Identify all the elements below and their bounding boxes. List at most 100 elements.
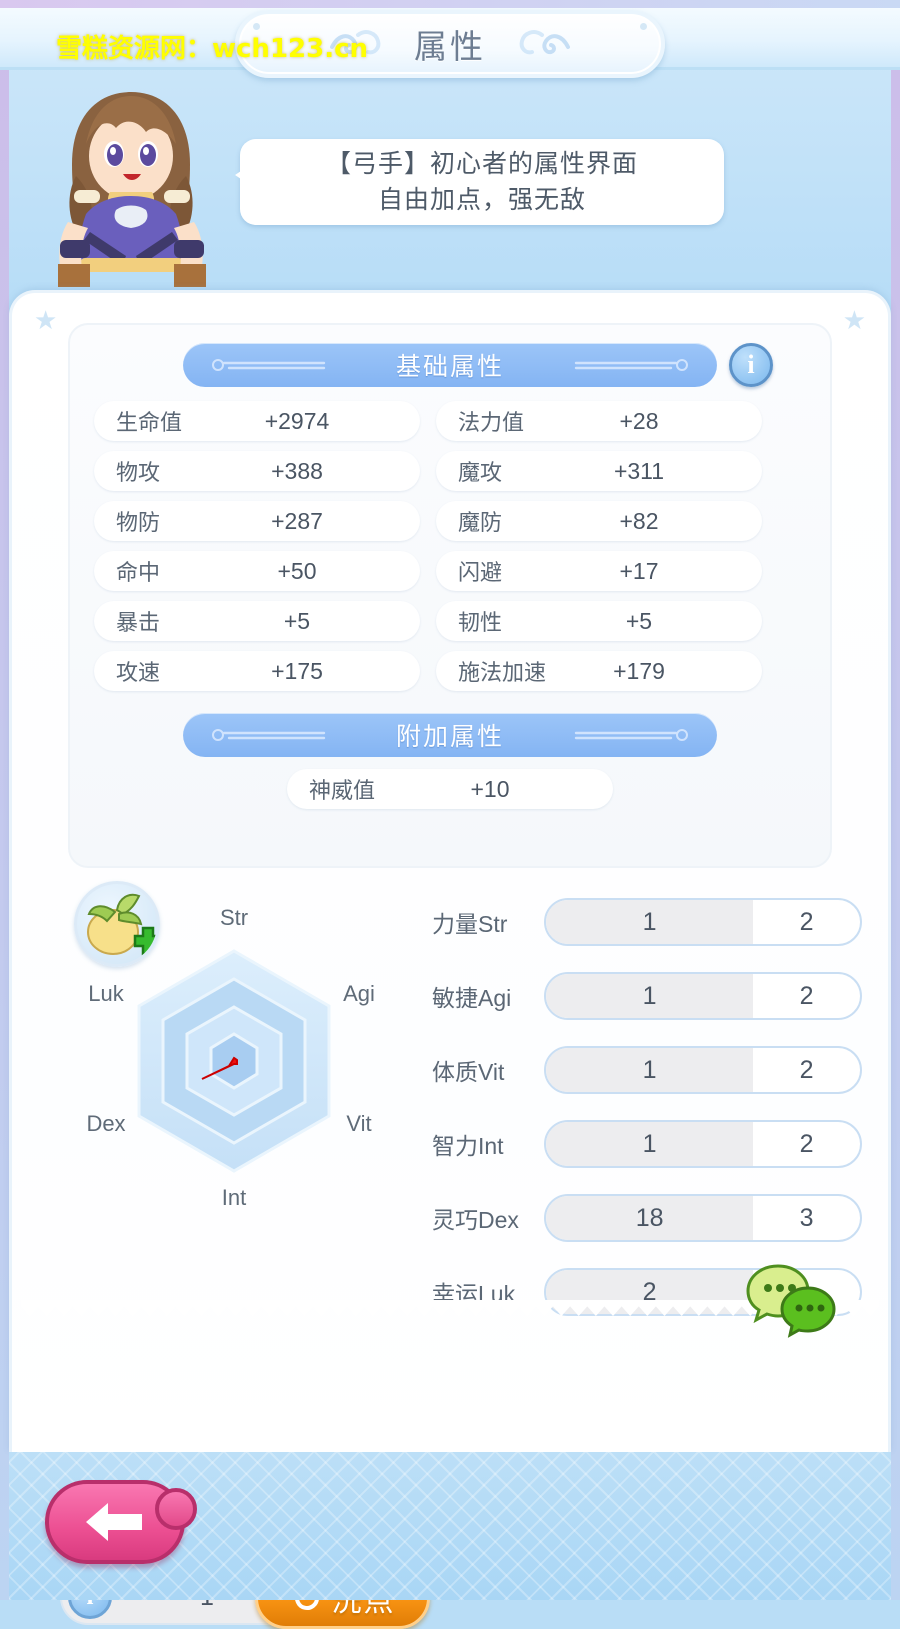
- alloc-cost-value[interactable]: 3: [753, 1196, 860, 1240]
- alloc-row-int: 智力Int 1 2: [432, 1107, 862, 1181]
- alloc-pill[interactable]: 1 2: [544, 1120, 862, 1168]
- star-decoration-right: ★: [842, 305, 866, 335]
- wechat-logo: [746, 1264, 836, 1338]
- stat-label: 法力值: [458, 410, 525, 435]
- extra-attributes-title: 附加属性: [395, 723, 504, 751]
- alloc-label: 灵巧Dex: [432, 1207, 519, 1233]
- alloc-label: 敏捷Agi: [432, 985, 512, 1011]
- stat-label: 神威值: [309, 778, 376, 803]
- stat-value: +82: [619, 507, 659, 534]
- radar-label-agi: Agi: [343, 981, 375, 1006]
- footer-bar: [9, 1452, 891, 1600]
- alloc-current-value: 18: [546, 1196, 754, 1240]
- stat-row: 攻速 +175: [94, 651, 420, 691]
- alloc-row-str: 力量Str 1 2: [432, 885, 862, 959]
- radar-label-int: Int: [222, 1185, 246, 1210]
- alloc-pill[interactable]: 1 2: [544, 972, 862, 1020]
- stat-row: 施法加速 +179: [436, 651, 762, 691]
- stat-value: +5: [283, 607, 311, 634]
- basic-stats-grid: 生命值 +2974 法力值 +28 物攻 +388 魔攻 +311 物防 +28…: [70, 387, 830, 691]
- stat-value: +50: [277, 557, 317, 584]
- stat-row: 物攻 +388: [94, 451, 420, 491]
- stat-row: 物防 +287: [94, 501, 420, 541]
- stat-label: 魔攻: [458, 460, 503, 485]
- stat-value: +28: [619, 407, 659, 434]
- right-edge-stripe: [891, 0, 900, 1600]
- stat-row: 命中 +50: [94, 551, 420, 591]
- stat-row: 魔防 +82: [436, 501, 762, 541]
- site-watermark: 雪糕资源网：wch123.cn: [56, 34, 369, 64]
- left-edge-stripe: [0, 0, 9, 1600]
- stat-value: +5: [625, 607, 653, 634]
- stat-value: +10: [470, 775, 510, 802]
- stat-label: 暴击: [116, 610, 161, 635]
- alloc-cost-value[interactable]: 2: [753, 1048, 860, 1092]
- alloc-current-value: 1: [546, 1122, 754, 1166]
- back-button[interactable]: [45, 1480, 197, 1564]
- alloc-label: 力量Str: [432, 911, 508, 937]
- stat-label: 闪避: [458, 560, 503, 585]
- stat-label: 施法加速: [458, 660, 547, 685]
- back-arrow-icon: [86, 1503, 142, 1541]
- stat-label: 韧性: [458, 610, 503, 635]
- alloc-cost-value[interactable]: 2: [753, 900, 860, 944]
- alloc-current-value: 1: [546, 1048, 754, 1092]
- alloc-label: 智力Int: [432, 1133, 504, 1159]
- growth-fruit-icon[interactable]: [74, 881, 160, 967]
- bubble-line-2: 自由加点，强无敌: [377, 186, 586, 214]
- stat-label: 命中: [116, 560, 161, 585]
- attribute-card: 基础属性 i 生命值 +2974 法力值 +28 物攻 +388 魔攻 +311…: [68, 323, 832, 868]
- alloc-cost-value[interactable]: 2: [753, 974, 860, 1018]
- alloc-row-dex: 灵巧Dex 18 3: [432, 1181, 862, 1255]
- header-ornament-right: [574, 729, 688, 741]
- stat-label: 物攻: [116, 460, 161, 485]
- alloc-pill[interactable]: 1 2: [544, 1046, 862, 1094]
- stat-row: 法力值 +28: [436, 401, 762, 441]
- stat-row: 韧性 +5: [436, 601, 762, 641]
- alloc-pill[interactable]: 18 3: [544, 1194, 862, 1242]
- alloc-row-agi: 敏捷Agi 1 2: [432, 959, 862, 1033]
- character-speech-bubble: 【弓手】初心者的属性界面 自由加点，强无敌: [235, 139, 724, 225]
- plate-rivet-right: [640, 23, 647, 30]
- stat-label: 魔防: [458, 510, 503, 535]
- stat-label: 生命值: [116, 410, 183, 435]
- stat-value: +388: [271, 457, 323, 484]
- stat-value: +175: [271, 657, 323, 684]
- header-ornament-left: [212, 359, 326, 371]
- stat-row: 暴击 +5: [94, 601, 420, 641]
- extra-stat-row: 神威值 +10: [287, 769, 613, 809]
- stat-label: 攻速: [116, 660, 161, 685]
- attribute-radar-chart: Str Agi Vit Int Dex Luk: [54, 881, 414, 1223]
- star-decoration-left: ★: [34, 305, 58, 335]
- header-ornament-right: [574, 359, 688, 371]
- stat-value: +17: [619, 557, 659, 584]
- app-background: 属性 雪糕资源网：wch123.cn 【弓手】初心者的属性界面 自由加点，强无敌…: [0, 0, 900, 1629]
- info-icon[interactable]: i: [729, 343, 773, 387]
- stat-value: +311: [613, 457, 665, 484]
- alloc-pill[interactable]: 1 2: [544, 898, 862, 946]
- basic-attributes-title: 基础属性: [395, 353, 504, 381]
- stat-value: +2974: [264, 407, 330, 434]
- stat-row: 闪避 +17: [436, 551, 762, 591]
- alloc-row-vit: 体质Vit 1 2: [432, 1033, 862, 1107]
- basic-attributes-header: 基础属性 i: [183, 343, 773, 387]
- alloc-current-value: 1: [546, 900, 754, 944]
- header-ornament-left: [212, 729, 326, 741]
- radar-label-dex: Dex: [86, 1111, 125, 1136]
- back-button-knob: [155, 1488, 197, 1530]
- stat-label: 物防: [116, 510, 161, 535]
- alloc-cost-value[interactable]: 2: [753, 1122, 860, 1166]
- alloc-current-value: 1: [546, 974, 754, 1018]
- radar-label-luk: Luk: [88, 981, 124, 1006]
- swirl-ornament-right: [519, 30, 570, 55]
- stat-row: 生命值 +2974: [94, 401, 420, 441]
- bubble-line-1: 【弓手】初心者的属性界面: [325, 149, 638, 178]
- stat-value: +179: [613, 657, 665, 684]
- page-title: 属性: [414, 28, 486, 65]
- radar-label-vit: Vit: [346, 1111, 371, 1136]
- radar-label-str: Str: [220, 905, 248, 930]
- stat-row: 魔攻 +311: [436, 451, 762, 491]
- stat-value: +287: [271, 507, 323, 534]
- extra-attributes-header: 附加属性: [183, 713, 717, 757]
- alloc-label: 体质Vit: [432, 1059, 505, 1085]
